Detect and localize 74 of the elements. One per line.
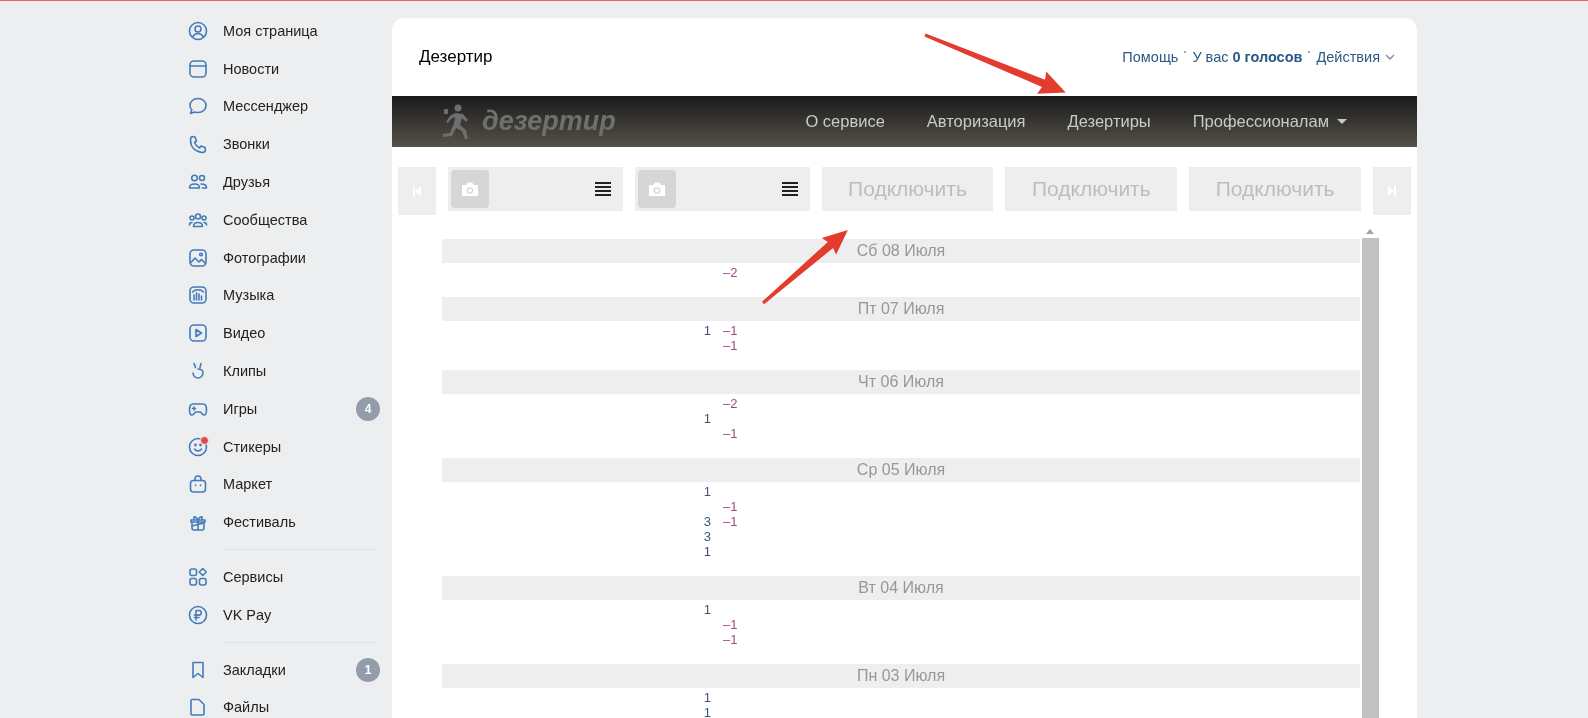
gain-value: 1: [702, 323, 711, 338]
sidebar-item[interactable]: Стикеры: [188, 436, 282, 457]
sidebar-item[interactable]: Сообщества: [188, 209, 308, 230]
loss-value: –2: [723, 265, 738, 280]
camera-icon: [459, 181, 480, 197]
date-header: Пт 07 Июля: [442, 297, 1360, 321]
loss-value: –1: [723, 617, 738, 632]
sidebar-item[interactable]: Видео: [188, 323, 266, 344]
file-icon: [188, 697, 208, 718]
sidebar-item[interactable]: Звонки: [188, 134, 270, 155]
phone-icon: [188, 134, 208, 155]
gain-value: 3: [702, 514, 711, 529]
sidebar-item[interactable]: Сервисы: [188, 567, 284, 588]
gain-value: 1: [702, 544, 711, 559]
equalizer-icon: [188, 285, 208, 306]
shopping-bag-icon: [188, 474, 208, 495]
photo-button[interactable]: [450, 170, 489, 208]
date-header: Чт 06 Июля: [442, 370, 1360, 394]
loss-value: –1: [723, 632, 738, 647]
date-header: Ср 05 Июля: [442, 458, 1360, 482]
gain-value: 1: [702, 690, 711, 705]
sidebar-item[interactable]: Маркет: [188, 474, 273, 495]
loss-value: –1: [723, 499, 738, 514]
logo-text: дезертир: [482, 106, 616, 137]
sidebar-item[interactable]: Друзья: [188, 172, 271, 193]
date-header: Пн 03 Июля: [442, 664, 1360, 688]
menu-icon[interactable]: [594, 182, 611, 196]
sidebar-item[interactable]: Фотографии: [188, 247, 306, 268]
loss-value: –2: [723, 396, 738, 411]
photo-button[interactable]: [637, 170, 676, 208]
count-badge: 4: [356, 396, 380, 421]
sidebar-item[interactable]: VK Pay: [188, 604, 272, 625]
sidebar-item[interactable]: Файлы: [188, 697, 270, 718]
loss-value: –1: [723, 426, 738, 441]
scrollbar-thumb[interactable]: [1361, 238, 1379, 718]
sidebar-item[interactable]: Закладки: [188, 659, 286, 680]
sidebar-item[interactable]: Мессенджер: [188, 96, 309, 117]
user-circle-icon: [188, 20, 208, 41]
nav-link[interactable]: Профессионалам: [1192, 112, 1347, 131]
sidebar-item[interactable]: Игры: [188, 398, 258, 419]
sidebar-item[interactable]: Моя страница: [188, 20, 318, 41]
gain-value: 1: [702, 705, 711, 718]
gain-value: 3: [702, 529, 711, 544]
ruble-circle-icon: [188, 604, 208, 625]
gain-value: 1: [702, 484, 711, 499]
help-link[interactable]: Помощь: [1122, 49, 1179, 65]
loss-value: –1: [723, 323, 738, 338]
gain-value: 1: [702, 602, 711, 617]
chevron-down-icon: [1385, 54, 1395, 60]
news-icon: [188, 58, 208, 79]
votes-text: У вас 0 голосов: [1192, 49, 1303, 65]
date-header: Сб 08 Июля: [442, 239, 1360, 263]
nav-link[interactable]: Дезертиры: [1067, 112, 1151, 131]
grid-icon: [188, 567, 208, 588]
actions-menu[interactable]: Действия: [1316, 49, 1395, 65]
sidebar-item[interactable]: Новости: [188, 58, 280, 79]
play-square-icon: [188, 323, 208, 344]
camera-icon: [646, 181, 667, 197]
loss-value: –1: [723, 514, 738, 529]
nav-link[interactable]: Авторизация: [926, 112, 1026, 131]
app-title: Дезертир: [419, 47, 493, 67]
smiley-icon: [188, 436, 208, 457]
loss-value: –1: [723, 338, 738, 353]
count-badge: 1: [356, 657, 380, 682]
chat-bubble-icon: [188, 96, 208, 117]
menu-icon[interactable]: [781, 182, 798, 196]
sidebar-item[interactable]: Клипы: [188, 361, 267, 382]
sidebar-item[interactable]: Музыка: [188, 285, 275, 306]
image-icon: [188, 247, 208, 268]
sidebar-item[interactable]: Фестиваль: [188, 512, 296, 533]
nav-link[interactable]: О сервисе: [805, 112, 885, 131]
scroll-up-arrow[interactable]: [1366, 229, 1374, 234]
date-header: Вт 04 Июля: [442, 576, 1360, 600]
gain-value: 1: [702, 411, 711, 426]
